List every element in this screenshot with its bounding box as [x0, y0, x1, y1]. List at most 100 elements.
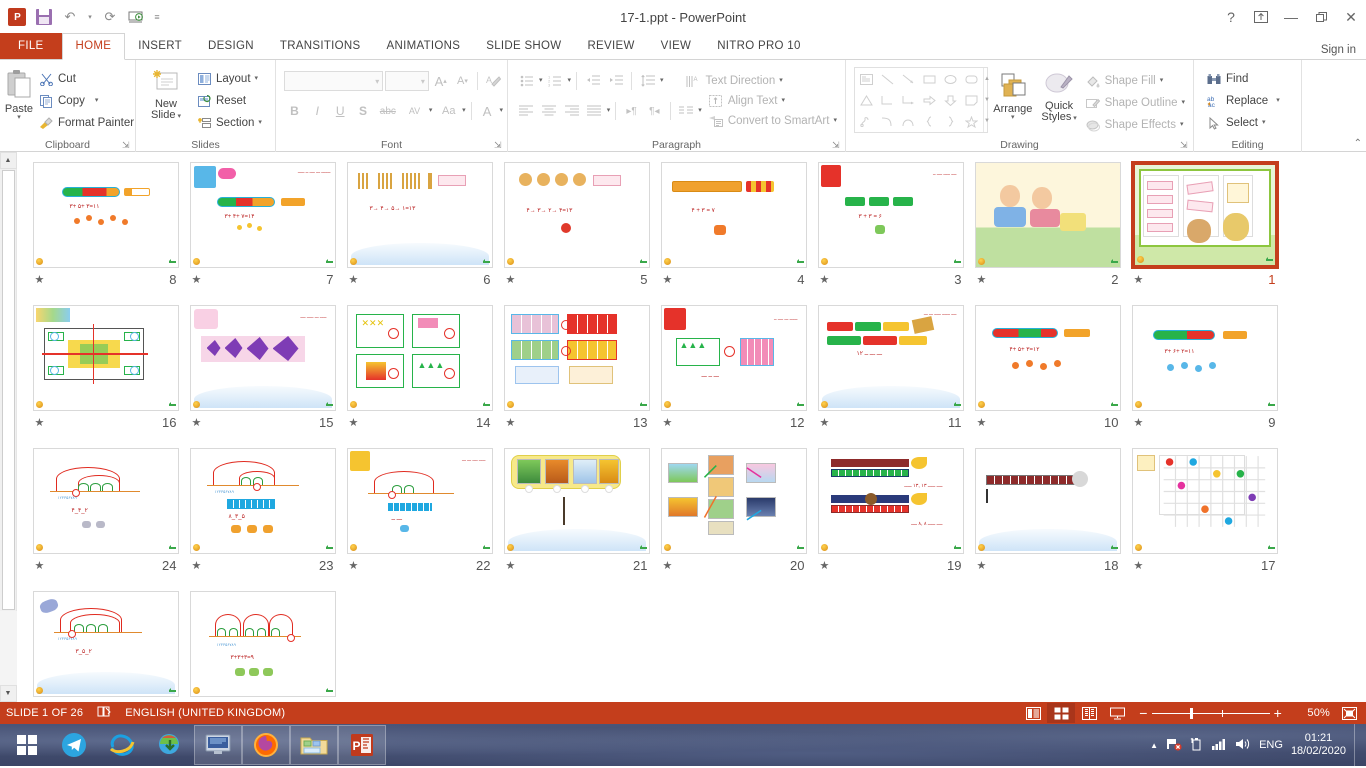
bold-button[interactable]: B — [284, 100, 305, 122]
save-icon[interactable] — [32, 5, 56, 29]
zoom-out-button[interactable]: − — [1139, 705, 1147, 721]
slide-thumbnail-10[interactable]: ۴+ ۵+ ۳=۱۲ ★10 — [969, 305, 1126, 447]
show-hidden-icons-button[interactable]: ▲ — [1150, 741, 1158, 750]
slide-preview[interactable] — [975, 448, 1121, 554]
powerpoint-taskbar-icon[interactable]: P — [338, 725, 386, 765]
language-indicator[interactable]: ENGLISH (UNITED KINGDOM) — [125, 707, 285, 719]
slide-preview[interactable]: ـــــ ـــ ـــــ ــــ — [190, 305, 336, 411]
minimize-button[interactable]: — — [1276, 3, 1306, 31]
slide-animation-star-icon[interactable]: ★ — [977, 273, 987, 286]
slide-preview[interactable]: ــــ ـــــ ــــ ــ ۳ + ۳ = ۶ — [818, 162, 964, 268]
down-arrow-shape-icon[interactable] — [940, 90, 961, 111]
reset-button[interactable]: Reset — [192, 90, 266, 112]
triangle-shape-icon[interactable] — [856, 90, 877, 111]
rectangle-shape-icon[interactable] — [919, 69, 940, 90]
section-dropdown-icon[interactable]: ▾ — [258, 120, 262, 126]
tab-design[interactable]: DESIGN — [195, 33, 267, 59]
firefox-icon[interactable] — [242, 725, 290, 765]
slide-thumbnail-25[interactable]: ۱۲۳۴۵۶۷۸۹ ۳+۳+۳=۹ ★25 — [184, 591, 341, 702]
reading-view-button[interactable] — [1075, 703, 1103, 723]
slide-animation-star-icon[interactable]: ★ — [506, 273, 516, 286]
scrollbar-thumb[interactable] — [2, 170, 15, 610]
slide-preview[interactable]: ۴+ ۵+ ۳=۱۲ — [975, 305, 1121, 411]
slide-thumbnail-22[interactable]: ـــــ ــــ ـــ ـــ ـــ ــ ★22 — [341, 448, 498, 590]
system-tray[interactable]: ▲ ENG 01:21 18/02/2020 — [1150, 732, 1354, 758]
character-spacing-button[interactable]: AV — [402, 100, 427, 122]
character-spacing-dropdown-icon[interactable]: ▾ — [429, 108, 433, 114]
slide-animation-star-icon[interactable]: ★ — [35, 273, 45, 286]
slide-thumbnail-4[interactable]: ۴ + ۳ = ۷ ★4 — [655, 162, 812, 304]
curve-shape-icon[interactable] — [877, 111, 898, 132]
align-right-button[interactable] — [561, 101, 582, 122]
slide-animation-star-icon[interactable]: ★ — [35, 559, 45, 572]
slide-thumbnail-20[interactable]: ★20 — [655, 448, 812, 590]
slide-thumbnail-14[interactable]: ✕✕✕ ▲▲▲ ★14 — [341, 305, 498, 447]
slide-preview[interactable] — [661, 448, 807, 554]
slide-preview[interactable]: ✕✕✕ ▲▲▲ — [347, 305, 493, 411]
signal-icon[interactable] — [1211, 737, 1227, 754]
slide-preview[interactable]: ۱۲۳۴۵۶۷۸۹ ۴_۴_۲ — [33, 448, 179, 554]
slide-preview[interactable] — [33, 305, 179, 411]
justify-dropdown-icon[interactable]: ▾ — [607, 108, 611, 114]
new-slide-dropdown-icon[interactable]: ▾ — [176, 113, 181, 120]
undo-icon[interactable]: ↶ — [58, 5, 82, 29]
slide-preview[interactable] — [975, 162, 1121, 268]
help-icon[interactable]: ? — [1216, 3, 1246, 31]
tab-home[interactable]: HOME — [62, 33, 126, 60]
slide-animation-star-icon[interactable]: ★ — [506, 416, 516, 429]
strikethrough-button[interactable]: abc — [376, 100, 401, 122]
rounded-rectangle-shape-icon[interactable] — [961, 69, 982, 90]
collapse-ribbon-button[interactable]: ⌃ — [1354, 138, 1362, 149]
slide-animation-star-icon[interactable]: ★ — [349, 559, 359, 572]
tab-slide-show[interactable]: SLIDE SHOW — [473, 33, 574, 59]
scrollbar-track[interactable] — [0, 611, 17, 685]
slide-preview[interactable]: ۱۲۳۴۵۶۷۸۹ ۸_۳_۵ — [190, 448, 336, 554]
clock[interactable]: 01:21 18/02/2020 — [1291, 732, 1346, 758]
columns-dropdown-icon[interactable]: ▾ — [698, 108, 702, 114]
right-arrow-shape-icon[interactable] — [919, 90, 940, 111]
slide-thumbnail-7[interactable]: ـــــــ ـــ ــــ ــ ـــــ ۳+ ۴+ ۷=۱۴ ★7 — [184, 162, 341, 304]
tab-file[interactable]: FILE — [0, 33, 62, 59]
clear-all-formatting-button[interactable]: A — [483, 70, 503, 92]
slide-animation-star-icon[interactable]: ★ — [1134, 416, 1144, 429]
scroll-up-button[interactable]: ▲ — [0, 152, 17, 169]
slide-thumbnail-17[interactable]: ★17 — [1126, 448, 1283, 590]
slide-thumbnail-23[interactable]: ۱۲۳۴۵۶۷۸۹ ۸_۳_۵ ★23 — [184, 448, 341, 590]
tab-animations[interactable]: ANIMATIONS — [374, 33, 474, 59]
slide-preview[interactable]: ۱۲۳۴۵۶۷۸۹ ۳+۳+۳=۹ — [190, 591, 336, 697]
sign-in-link[interactable]: Sign in — [1321, 44, 1366, 59]
slide-animation-star-icon[interactable]: ★ — [506, 559, 516, 572]
slide-thumbnail-8[interactable]: ۳+ ۵+ ۳=۱۱ ★8 — [27, 162, 184, 304]
arc-shape-icon[interactable] — [898, 111, 919, 132]
oval-shape-icon[interactable] — [940, 69, 961, 90]
slide-preview[interactable] — [1132, 162, 1278, 268]
remote-desktop-icon[interactable] — [194, 725, 242, 765]
zoom-percentage[interactable]: 50% — [1290, 707, 1330, 719]
slide-thumbnail-18[interactable]: ★18 — [969, 448, 1126, 590]
slide-thumbnail-26[interactable]: ۱۲۳۴۵۶۷۸۹ ۳_۵_۲ ★26 — [27, 591, 184, 702]
folded-corner-shape-icon[interactable] — [961, 90, 982, 111]
slide-counter[interactable]: SLIDE 1 OF 26 — [6, 707, 83, 719]
shape-fill-dropdown-icon[interactable]: ▾ — [1160, 78, 1164, 84]
slide-animation-star-icon[interactable]: ★ — [1134, 273, 1144, 286]
scroll-down-button[interactable]: ▼ — [0, 685, 17, 702]
select-button[interactable]: Select ▾ — [1202, 112, 1297, 134]
text-shadow-button[interactable]: S — [353, 100, 374, 122]
slideshow-view-button[interactable] — [1103, 703, 1131, 723]
slide-thumbnail-1[interactable]: ★1 — [1126, 162, 1283, 304]
slide-thumbnail-6[interactable]: ۳→ ۴→ ۵→ ۱=۱۳ ★6 — [341, 162, 498, 304]
slide-preview[interactable]: ۴ + ۳ = ۷ — [661, 162, 807, 268]
customize-qat-icon[interactable]: ≡ — [150, 5, 164, 29]
slide-animation-star-icon[interactable]: ★ — [820, 559, 830, 572]
shape-outline-dropdown-icon[interactable]: ▾ — [1181, 100, 1185, 106]
zoom-track[interactable] — [1152, 713, 1270, 714]
slide-preview[interactable]: ــــ ـــــ ۱۳ ,۱۳ ـــــ ــــ ـــــ ۸ ,۸ … — [818, 448, 964, 554]
numbering-button[interactable]: 123 — [545, 71, 566, 92]
find-button[interactable]: Find — [1202, 68, 1297, 90]
align-text-button[interactable]: Align Text ▾ — [704, 91, 841, 111]
bullets-button[interactable] — [516, 71, 537, 92]
start-button[interactable] — [4, 725, 50, 765]
slide-animation-star-icon[interactable]: ★ — [977, 416, 987, 429]
line-shape-icon[interactable] — [877, 69, 898, 90]
battery-icon[interactable] — [1190, 737, 1203, 754]
